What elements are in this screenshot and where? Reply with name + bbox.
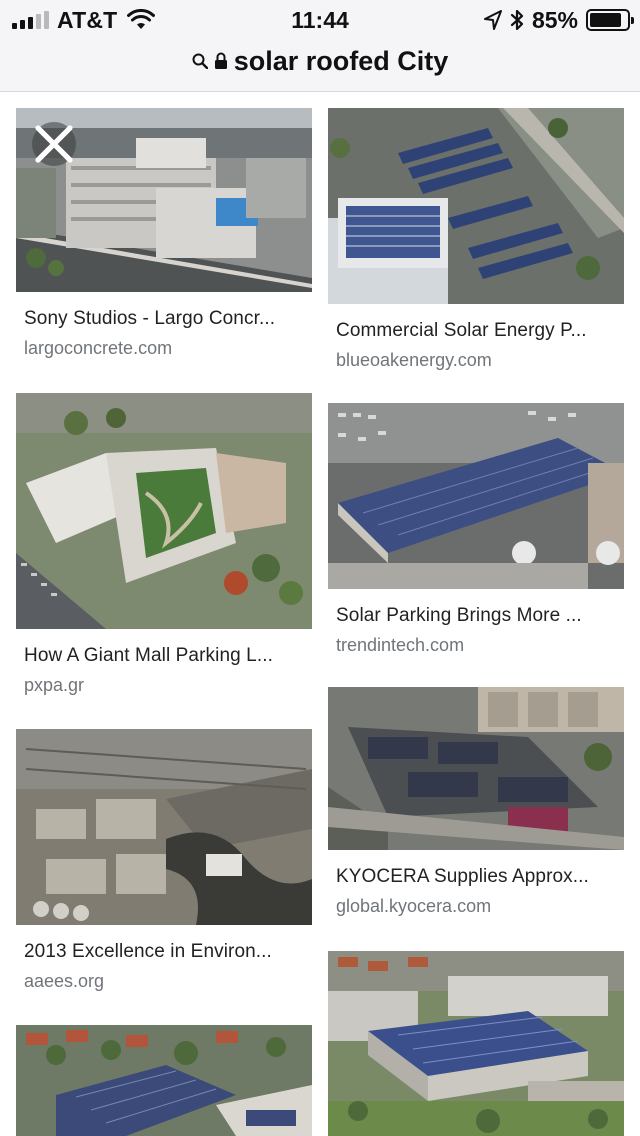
image-results-grid: Sony Studios - Largo Concr... largoconcr… (0, 92, 640, 1136)
bluetooth-icon (510, 9, 524, 31)
battery-percent: 85% (531, 6, 578, 33)
result-thumbnail[interactable] (328, 687, 624, 850)
result-title[interactable]: 2013 Excellence in Environ... (24, 941, 304, 963)
result-source: trendintech.com (336, 635, 465, 655)
result-source: blueoakenergy.com (336, 350, 492, 370)
close-icon (35, 125, 73, 163)
result-source: global.kyocera.com (336, 896, 492, 916)
result-title[interactable]: Commercial Solar Energy P... (336, 320, 616, 342)
browser-header: AT&T 11:44 85% solar roofed City (0, 0, 640, 92)
lock-icon (214, 52, 227, 69)
result-card[interactable]: Sony Studios - Largo Concr... largoconcr… (16, 108, 312, 359)
result-thumbnail[interactable] (328, 108, 624, 304)
result-thumbnail[interactable] (328, 403, 624, 589)
result-thumbnail[interactable] (16, 393, 312, 629)
location-arrow-icon (483, 10, 502, 30)
result-thumbnail[interactable] (328, 951, 624, 1136)
result-card[interactable]: Commercial Solar Energy P... blueoakener… (328, 108, 624, 371)
result-card[interactable] (16, 1025, 312, 1136)
result-source: pxpa.gr (24, 675, 85, 695)
result-card[interactable]: How A Giant Mall Parking L... pxpa.gr (16, 393, 312, 696)
result-card[interactable]: KYOCERA Supplies Approx... global.kyocer… (328, 687, 624, 917)
result-title[interactable]: KYOCERA Supplies Approx... (336, 866, 616, 888)
result-thumbnail[interactable] (16, 1025, 312, 1136)
result-title[interactable]: Solar Parking Brings More ... (336, 605, 616, 627)
result-thumbnail[interactable] (16, 729, 312, 925)
result-card[interactable] (328, 951, 624, 1136)
result-source: aaees.org (24, 971, 105, 991)
result-card[interactable]: Solar Parking Brings More ... trendintec… (328, 403, 624, 656)
status-bar: AT&T 11:44 85% (0, 0, 640, 40)
result-title[interactable]: Sony Studios - Largo Concr... (24, 308, 304, 330)
address-bar[interactable]: solar roofed City (0, 40, 640, 82)
search-query: solar roofed City (233, 45, 449, 76)
result-thumbnail[interactable] (16, 108, 312, 292)
search-icon (192, 53, 208, 69)
result-source: largoconcrete.com (24, 338, 173, 358)
battery-icon (586, 9, 634, 31)
result-card[interactable]: 2013 Excellence in Environ... aaees.org (16, 729, 312, 992)
result-title[interactable]: How A Giant Mall Parking L... (24, 645, 304, 667)
close-button[interactable] (32, 122, 76, 166)
